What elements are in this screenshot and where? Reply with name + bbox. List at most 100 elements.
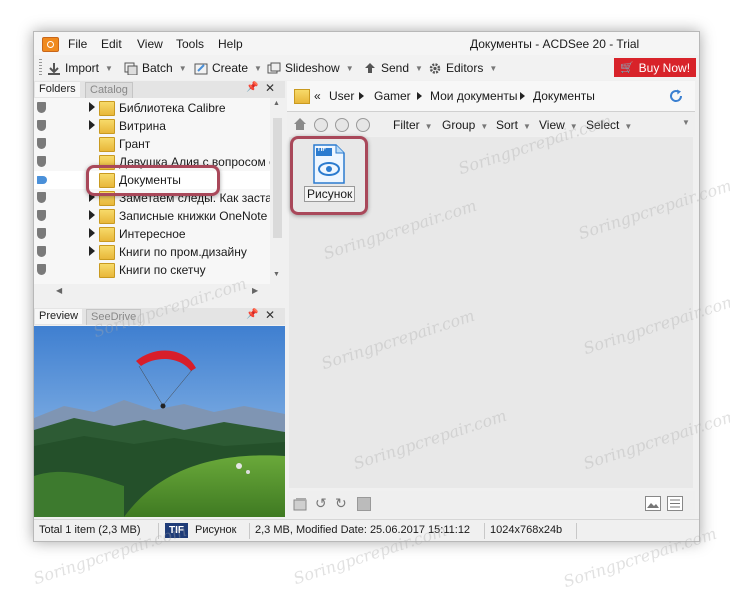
chevron-down-icon: ▼ bbox=[624, 122, 633, 131]
folder-icon bbox=[294, 89, 310, 104]
expand-arrow-icon[interactable] bbox=[89, 120, 95, 130]
buy-now-button[interactable]: 🛒 Buy Now! bbox=[614, 58, 696, 77]
folder-item[interactable]: Витрина bbox=[34, 117, 270, 135]
editors-button[interactable]: Editors ▼ bbox=[428, 61, 497, 75]
address-bar: « User Gamer Мои документы Документы bbox=[287, 81, 695, 112]
batch-icon bbox=[124, 62, 138, 75]
breadcrumb-separator-icon[interactable] bbox=[520, 92, 525, 100]
filter-dropdown[interactable]: Filter ▼ bbox=[393, 118, 433, 132]
breadcrumb-overflow[interactable]: « bbox=[314, 89, 321, 103]
cart-icon: 🛒 bbox=[619, 62, 634, 74]
scroll-down-arrow-icon[interactable]: ▼ bbox=[273, 271, 280, 278]
menu-file[interactable]: File bbox=[68, 37, 87, 51]
group-dropdown[interactable]: Group ▼ bbox=[442, 118, 488, 132]
breadcrumb-my-documents[interactable]: Мои документы bbox=[430, 89, 517, 103]
expand-arrow-icon[interactable] bbox=[89, 228, 95, 238]
chevron-down-icon: ▼ bbox=[345, 63, 354, 73]
slideshow-icon bbox=[267, 62, 281, 75]
tab-seedrive[interactable]: SeeDrive bbox=[86, 309, 142, 325]
folder-item[interactable]: Интересное bbox=[34, 225, 270, 243]
scrollbar-thumb[interactable] bbox=[273, 118, 282, 238]
chevron-down-icon: ▼ bbox=[480, 122, 489, 131]
folder-item[interactable]: Книги по скетчу bbox=[34, 261, 270, 279]
tab-folders[interactable]: Folders bbox=[35, 82, 80, 97]
scroll-left-arrow-icon[interactable]: ◀ bbox=[56, 286, 62, 295]
folder-tree-horizontal-scrollbar[interactable]: ◀ ▶ bbox=[34, 284, 285, 299]
create-button[interactable]: Create ▼ bbox=[194, 61, 262, 75]
back-icon[interactable] bbox=[314, 118, 328, 132]
menu-tools[interactable]: Tools bbox=[176, 37, 204, 51]
breadcrumb-documents[interactable]: Документы bbox=[533, 89, 595, 103]
create-label: Create bbox=[212, 61, 249, 75]
tab-preview[interactable]: Preview bbox=[35, 309, 83, 324]
breadcrumb-separator-icon[interactable] bbox=[417, 92, 422, 100]
slideshow-button[interactable]: Slideshow ▼ bbox=[267, 61, 354, 75]
expand-arrow-icon[interactable] bbox=[89, 246, 95, 256]
folder-icon bbox=[99, 227, 115, 242]
tab-catalog[interactable]: Catalog bbox=[85, 82, 133, 98]
menu-view[interactable]: View bbox=[137, 37, 163, 51]
breadcrumb-separator-icon[interactable] bbox=[359, 92, 364, 100]
current-folder-icon bbox=[37, 176, 47, 184]
window-title: Документы - ACDSee 20 - Trial bbox=[470, 37, 640, 51]
forward-icon[interactable] bbox=[335, 118, 349, 132]
scroll-right-arrow-icon[interactable]: ▶ bbox=[252, 286, 258, 295]
folder-item[interactable]: Книги по пром.дизайну bbox=[34, 243, 270, 261]
pin-icon[interactable]: 📌 bbox=[246, 309, 258, 320]
toolbar-grip[interactable] bbox=[39, 59, 42, 76]
menu-edit[interactable]: Edit bbox=[101, 37, 122, 51]
folder-label: Интересное bbox=[119, 227, 186, 241]
overflow-chevron-icon[interactable]: ▼ bbox=[682, 118, 690, 127]
menu-help[interactable]: Help bbox=[218, 37, 243, 51]
rotate-left-icon[interactable]: ↺ bbox=[315, 495, 327, 512]
send-label: Send bbox=[381, 61, 410, 75]
view-dropdown[interactable]: View ▼ bbox=[539, 118, 578, 132]
annotation-highlight-folder bbox=[86, 165, 220, 196]
expand-arrow-icon[interactable] bbox=[89, 102, 95, 112]
image-stack-icon[interactable] bbox=[293, 497, 307, 511]
shield-icon bbox=[37, 246, 46, 257]
editors-label: Editors bbox=[446, 61, 484, 75]
status-total: Total 1 item (2,3 MB) bbox=[39, 524, 141, 536]
folder-item[interactable]: Записные книжки OneNote bbox=[34, 207, 270, 225]
send-icon bbox=[363, 62, 377, 75]
shield-icon bbox=[37, 138, 46, 149]
stack-icon[interactable] bbox=[357, 497, 371, 511]
send-button[interactable]: Send ▼ bbox=[363, 61, 423, 75]
home-icon[interactable] bbox=[293, 117, 307, 131]
chevron-down-icon: ▼ bbox=[254, 63, 262, 73]
status-file-info: 2,3 MB, Modified Date: 25.06.2017 15:11:… bbox=[255, 524, 471, 536]
breadcrumb-user[interactable]: User bbox=[329, 89, 354, 103]
shield-icon bbox=[37, 264, 46, 275]
folder-tree-vertical-scrollbar[interactable]: ▲ ▼ bbox=[270, 98, 285, 284]
filter-toolbar: Filter ▼ Group ▼ Sort ▼ View ▼ Select ▼ ▼ bbox=[287, 112, 695, 136]
sort-label: Sort bbox=[496, 118, 519, 132]
folder-item[interactable]: Библиотека Calibre bbox=[34, 99, 270, 117]
thumbnail-view-icon[interactable] bbox=[645, 496, 661, 511]
breadcrumb-gamer[interactable]: Gamer bbox=[374, 89, 411, 103]
pin-icon[interactable]: 📌 bbox=[246, 82, 258, 93]
buy-now-label: Buy Now! bbox=[638, 60, 691, 75]
details-view-icon[interactable] bbox=[667, 496, 683, 511]
close-icon[interactable]: ✕ bbox=[265, 81, 275, 95]
close-icon[interactable]: ✕ bbox=[265, 308, 275, 322]
expand-arrow-icon[interactable] bbox=[89, 210, 95, 220]
folder-icon bbox=[99, 263, 115, 278]
select-dropdown[interactable]: Select ▼ bbox=[586, 118, 632, 132]
gear-icon bbox=[428, 62, 442, 75]
sort-dropdown[interactable]: Sort ▼ bbox=[496, 118, 531, 132]
import-button[interactable]: Import ▼ bbox=[47, 61, 113, 75]
folder-item[interactable]: Грант bbox=[34, 135, 270, 153]
rotate-right-icon[interactable]: ↻ bbox=[335, 495, 347, 512]
up-folder-icon[interactable] bbox=[356, 118, 370, 132]
paraglider-landscape-image bbox=[34, 326, 285, 517]
scroll-up-arrow-icon[interactable]: ▲ bbox=[273, 100, 280, 107]
status-separator bbox=[158, 523, 159, 539]
chevron-down-icon: ▼ bbox=[178, 63, 187, 73]
acdsee-logo-icon[interactable] bbox=[42, 37, 59, 52]
refresh-icon[interactable] bbox=[669, 89, 683, 103]
batch-button[interactable]: Batch ▼ bbox=[124, 61, 187, 75]
status-file-name: Рисунок bbox=[195, 524, 237, 536]
shield-icon bbox=[37, 156, 46, 167]
status-dimensions: 1024x768x24b bbox=[490, 524, 563, 536]
